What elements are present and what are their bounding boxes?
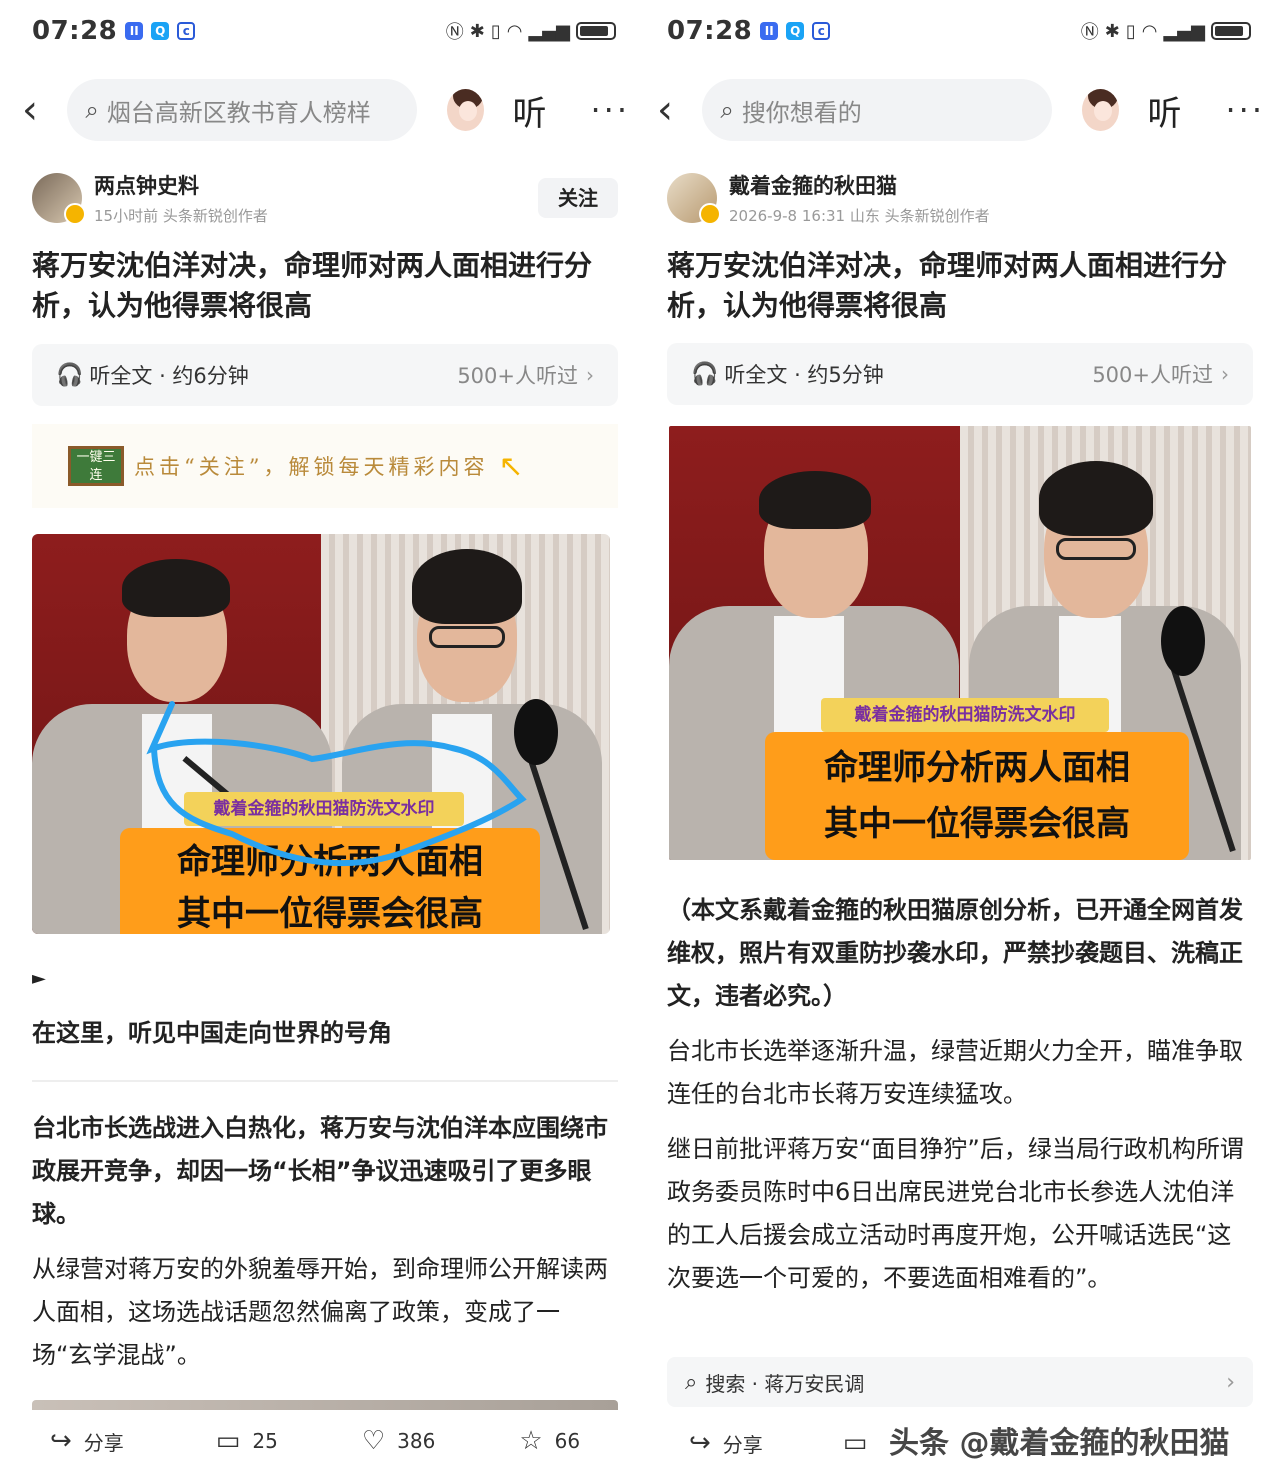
verified-badge-icon bbox=[699, 203, 721, 225]
nfc-icon: Ⓝ bbox=[445, 22, 464, 43]
chevron-right-icon: › bbox=[586, 363, 594, 387]
listen-button[interactable]: 听 bbox=[1147, 86, 1181, 135]
share-icon: ↪ bbox=[50, 1426, 72, 1456]
follow-banner[interactable]: 一键三连 点击“关注”，解锁每天精彩内容 ↖ bbox=[32, 424, 618, 508]
related-search-bar[interactable]: ⌕ 搜索 · 蒋万安民调 › bbox=[667, 1357, 1253, 1407]
wifi-icon: ◠ bbox=[506, 20, 523, 42]
author-name[interactable]: 戴着金箍的秋田猫 bbox=[729, 170, 990, 200]
headphones-icon: 🎧 bbox=[691, 361, 719, 387]
article-paragraph-1: 台北市长选战进入白热化，蒋万安与沈伯洋本应围绕市政展开竞争，却因一场“长相”争议… bbox=[32, 1114, 608, 1228]
more-icon[interactable]: ··· bbox=[1225, 91, 1265, 129]
listen-count: 500+人听过 bbox=[457, 364, 578, 388]
verified-badge-icon bbox=[64, 203, 86, 225]
battery-icon bbox=[576, 22, 616, 40]
assistant-avatar-icon[interactable] bbox=[1082, 89, 1120, 131]
chevron-right-icon: › bbox=[1226, 1369, 1235, 1395]
comment-button[interactable]: ▭ bbox=[843, 1428, 880, 1458]
cursor-click-icon: ↖ bbox=[498, 448, 524, 484]
annotation-scribble bbox=[146, 701, 527, 867]
listen-full-text-bar[interactable]: 🎧 听全文 · 约5分钟 500+人听过 › bbox=[667, 343, 1253, 405]
search-icon: ⌕ bbox=[720, 96, 734, 124]
comment-icon: ▭ bbox=[215, 1426, 241, 1456]
status-time: 07:28 bbox=[32, 16, 118, 46]
browser-app-icon: c bbox=[812, 22, 831, 40]
left-screenshot: 07:28 II Q c Ⓝ ✱ ▯ ◠ ▂▄▆ ‹ ⌕ 烟台高新区教书育人榜样… bbox=[10, 0, 630, 1483]
photo-caption: 命理师分析两人面相 其中一位得票会很高 bbox=[765, 732, 1189, 860]
nfc-icon: Ⓝ bbox=[1080, 22, 1099, 43]
bottom-action-bar: ↪ 分享 ▭ 25 ♡ 386 ☆ 66 bbox=[32, 1416, 618, 1466]
assistant-avatar-icon[interactable] bbox=[447, 89, 485, 131]
author-avatar[interactable] bbox=[32, 173, 86, 225]
comment-button[interactable]: ▭ 25 bbox=[216, 1426, 278, 1456]
search-input[interactable]: ⌕ 烟台高新区教书育人榜样 bbox=[67, 79, 418, 141]
star-icon: ☆ bbox=[519, 1426, 543, 1456]
app-notification-icon: II bbox=[760, 22, 779, 40]
favorite-button[interactable]: ☆ 66 bbox=[519, 1426, 580, 1456]
signal-icon: ▂▄▆ bbox=[528, 20, 570, 42]
author-row: 戴着金箍的秋田猫 2026-9-8 16:31 山东 头条新锐创作者 bbox=[667, 170, 1253, 226]
vibrate-icon: ▯ bbox=[1125, 20, 1136, 42]
article-paragraph-1: 台北市长选举逐渐升温，绿营近期火力全开，瞄准争取连任的台北市长蒋万安连续猛攻。 bbox=[667, 1037, 1243, 1108]
top-bar: ‹ ⌕ 烟台高新区教书育人榜样 听 ··· bbox=[22, 78, 630, 142]
signal-icon: ▂▄▆ bbox=[1163, 20, 1205, 42]
app-notification-icon: II bbox=[125, 22, 144, 40]
copyright-notice: （本文系戴着金箍的秋田猫原创分析，已开通全网首发维权，照片有双重防抄袭水印，严禁… bbox=[667, 896, 1243, 1010]
search-input[interactable]: ⌕ 搜你想看的 bbox=[702, 79, 1053, 141]
browser-app-icon: c bbox=[177, 22, 196, 40]
top-bar: ‹ ⌕ 搜你想看的 听 ··· bbox=[657, 78, 1265, 142]
audio-play-icon[interactable]: ► bbox=[32, 968, 46, 989]
listen-count: 500+人听过 bbox=[1092, 363, 1213, 387]
search-icon: ⌕ bbox=[685, 1369, 698, 1395]
share-button[interactable]: ↪ 分享 bbox=[689, 1428, 763, 1458]
battery-icon bbox=[1211, 22, 1251, 40]
bluetooth-icon: ✱ bbox=[469, 20, 485, 42]
search-app-icon: Q bbox=[786, 22, 805, 40]
right-screenshot: 07:28 II Q c Ⓝ ✱ ▯ ◠ ▂▄▆ ‹ ⌕ 搜你想看的 听 ···… bbox=[645, 0, 1265, 1483]
author-meta: 15小时前 头条新锐创作者 bbox=[94, 207, 268, 225]
vibrate-icon: ▯ bbox=[490, 20, 501, 42]
banner-text: 点击“关注”，解锁每天精彩内容 bbox=[134, 455, 489, 479]
photo-watermark: 戴着金箍的秋田猫防洗文水印 bbox=[821, 698, 1109, 732]
author-row: 两点钟史料 15小时前 头条新锐创作者 关注 bbox=[32, 170, 618, 226]
related-search-text: 搜索 · 蒋万安民调 bbox=[705, 1371, 865, 1396]
system-icons: Ⓝ ✱ ▯ ◠ ▂▄▆ bbox=[446, 18, 616, 44]
article-photo[interactable]: 戴着金箍的秋田猫防洗文水印 命理师分析两人面相 其中一位得票会很高 bbox=[32, 534, 610, 934]
heart-icon: ♡ bbox=[361, 1426, 386, 1456]
back-icon[interactable]: ‹ bbox=[657, 78, 692, 142]
system-icons: Ⓝ ✱ ▯ ◠ ▂▄▆ bbox=[1081, 18, 1251, 44]
search-app-icon: Q bbox=[151, 22, 170, 40]
article-photo[interactable]: 戴着金箍的秋田猫防洗文水印 命理师分析两人面相 其中一位得票会很高 bbox=[669, 426, 1251, 860]
author-name[interactable]: 两点钟史料 bbox=[94, 170, 268, 200]
search-placeholder: 烟台高新区教书育人榜样 bbox=[106, 98, 371, 127]
chalkboard-icon: 一键三连 bbox=[68, 446, 124, 486]
search-placeholder: 搜你想看的 bbox=[741, 98, 862, 127]
status-bar: 07:28 II Q c Ⓝ ✱ ▯ ◠ ▂▄▆ bbox=[32, 14, 616, 48]
wifi-icon: ◠ bbox=[1141, 20, 1158, 42]
toutiao-watermark: 头条 @戴着金箍的秋田猫 bbox=[889, 1426, 1230, 1461]
share-icon: ↪ bbox=[689, 1428, 711, 1458]
author-meta: 2026-9-8 16:31 山东 头条新锐创作者 bbox=[729, 207, 990, 225]
more-icon[interactable]: ··· bbox=[590, 91, 630, 129]
status-bar: 07:28 II Q c Ⓝ ✱ ▯ ◠ ▂▄▆ bbox=[667, 14, 1251, 48]
comment-icon: ▭ bbox=[842, 1428, 868, 1458]
follow-button[interactable]: 关注 bbox=[538, 178, 618, 218]
like-button[interactable]: ♡ 386 bbox=[362, 1426, 436, 1456]
headphones-icon: 🎧 bbox=[56, 362, 84, 388]
listen-duration: 听全文 · 约6分钟 bbox=[89, 364, 249, 388]
article-subtitle: 在这里，听见中国走向世界的号角 bbox=[32, 1019, 392, 1047]
article-paragraph-2: 继日前批评蒋万安“面目狰狞”后，绿当局行政机构所谓政务委员陈时中6日出席民进党台… bbox=[667, 1135, 1244, 1292]
article-paragraph-2: 从绿营对蒋万安的外貌羞辱开始，到命理师公开解读两人面相，这场选战话题忽然偏离了政… bbox=[32, 1255, 608, 1369]
chevron-right-icon: › bbox=[1221, 362, 1229, 386]
back-icon[interactable]: ‹ bbox=[22, 78, 57, 142]
author-avatar[interactable] bbox=[667, 173, 721, 225]
status-time: 07:28 bbox=[667, 16, 753, 46]
listen-full-text-bar[interactable]: 🎧 听全文 · 约6分钟 500+人听过 › bbox=[32, 344, 618, 406]
share-button[interactable]: ↪ 分享 bbox=[50, 1426, 124, 1456]
listen-duration: 听全文 · 约5分钟 bbox=[724, 363, 884, 387]
article-title: 蒋万安沈伯洋对决，命理师对两人面相进行分析，认为他得票将很高 bbox=[32, 249, 593, 322]
search-icon: ⌕ bbox=[85, 96, 99, 124]
listen-button[interactable]: 听 bbox=[512, 86, 546, 135]
bluetooth-icon: ✱ bbox=[1104, 20, 1120, 42]
article-title: 蒋万安沈伯洋对决，命理师对两人面相进行分析，认为他得票将很高 bbox=[667, 249, 1228, 322]
